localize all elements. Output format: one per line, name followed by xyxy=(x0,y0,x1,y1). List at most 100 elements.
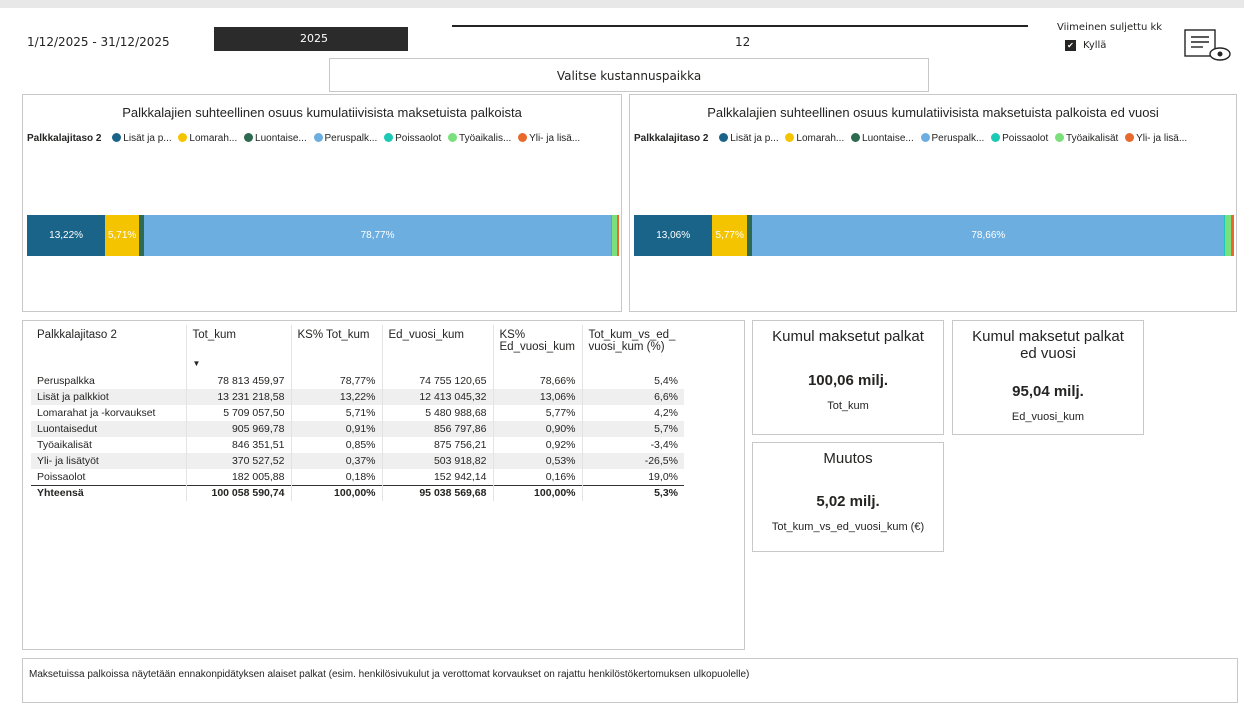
legend-item[interactable]: Peruspalk... xyxy=(310,133,377,144)
card-change: Muutos 5,02 milj. Tot_kum_vs_ed_vuosi_ku… xyxy=(752,442,944,552)
legend-dot-icon xyxy=(313,133,323,142)
table-cell: 0,18% xyxy=(291,469,383,485)
legend-item[interactable]: Työaikalisät xyxy=(1051,133,1118,144)
legend-dot-icon xyxy=(112,133,122,142)
table-cell: 100 058 590,74 xyxy=(186,484,292,501)
month-slider-value: 12 xyxy=(735,35,751,49)
table-cell: 74 755 120,65 xyxy=(382,373,494,389)
column-header[interactable]: KS% Tot_kum xyxy=(291,325,383,373)
bar-segment[interactable]: 78,66% xyxy=(752,215,1225,256)
table-cell: 4,2% xyxy=(654,407,678,419)
table-cell: 905 969,78 xyxy=(186,421,292,437)
stacked-bar: 13,22% 5,71% 78,77% xyxy=(27,215,619,256)
chart-panel-previous: Palkkalajien suhteellinen osuus kumulati… xyxy=(629,94,1237,312)
bar-segment[interactable]: 13,22% xyxy=(27,215,106,256)
table-cell: 0,85% xyxy=(291,437,383,453)
table-cell: 5,3% xyxy=(582,484,684,501)
bar-segment[interactable] xyxy=(616,215,619,256)
table-cell: Luontaisedut xyxy=(31,421,187,437)
cost-center-button[interactable]: Valitse kustannuspaikka xyxy=(329,58,929,92)
data-label: 13,06% xyxy=(656,230,691,241)
chart-title: Palkkalajien suhteellinen osuus kumulati… xyxy=(707,105,1159,120)
legend-item[interactable]: Poissaolot xyxy=(380,133,441,144)
table-row[interactable]: Poissaolot 182 005,88 0,18% 152 942,14 0,16%… xyxy=(31,469,684,485)
table-row[interactable]: Lomarahat ja -korvaukset 5 709 057,50 5,71… xyxy=(31,405,684,421)
legend-item[interactable]: Työaikalis... xyxy=(444,133,511,144)
legend-dot-icon xyxy=(448,133,458,142)
bar-segment[interactable]: 5,77% xyxy=(712,215,747,256)
top-bar xyxy=(0,0,1244,8)
card-value: 95,04 milj. xyxy=(1012,383,1084,400)
legend-dot-icon xyxy=(178,133,188,142)
table-body: Peruspalkka 78 813 459,97 78,77% 74 755 120… xyxy=(31,373,684,501)
legend-item[interactable]: Lisät ja p... xyxy=(715,133,779,144)
year-slicer[interactable]: 2025 xyxy=(214,27,408,51)
table-cell: Lomarahat ja -korvaukset xyxy=(31,405,187,421)
table-cell: 0,90% xyxy=(493,421,583,437)
legend-dot-icon xyxy=(991,133,1001,142)
column-header[interactable]: KS% Ed_vuosi_kum xyxy=(493,325,583,373)
legend-dot-icon xyxy=(244,133,254,142)
table-cell: -3,4% xyxy=(650,439,678,451)
table-cell: 100,00% xyxy=(493,484,583,501)
legend-item[interactable]: Luontaise... xyxy=(240,133,307,144)
closed-month-checkbox-label: Kyllä xyxy=(1083,40,1107,51)
card-subtitle: Tot_kum_vs_ed_vuosi_kum (€) xyxy=(771,521,925,533)
closed-month-label: Viimeinen suljettu kk xyxy=(1057,22,1163,33)
table-row[interactable]: Yli- ja lisätyöt 370 527,52 0,37% 503 918,8… xyxy=(31,453,684,469)
legend-item[interactable]: Yli- ja lisä... xyxy=(514,133,580,144)
table-cell: Peruspalkka xyxy=(31,373,187,389)
table-row[interactable]: Lisät ja palkkiot 13 231 218,58 13,22% 12 4… xyxy=(31,389,684,405)
legend-item[interactable]: Lomarah... xyxy=(174,133,237,144)
month-slider-track[interactable] xyxy=(452,25,1028,27)
date-range: 1/12/2025 - 31/12/2025 xyxy=(27,35,170,49)
table-cell: 5,7% xyxy=(582,421,684,437)
bar-segment[interactable]: 13,06% xyxy=(634,215,713,256)
table-cell: Lisät ja palkkiot xyxy=(31,389,187,405)
card-title: Kumul maksetut palkat ed vuosi xyxy=(972,328,1124,362)
chart-panel-current: Palkkalajien suhteellinen osuus kumulati… xyxy=(22,94,622,312)
card-value: 5,02 milj. xyxy=(816,493,880,510)
legend-dot-icon xyxy=(384,133,394,142)
legend-dot-icon xyxy=(1055,133,1065,142)
legend-item[interactable]: Lisät ja p... xyxy=(108,133,172,144)
column-header[interactable]: Palkkalajitaso 2 xyxy=(31,325,187,373)
closed-month-checkbox[interactable]: ✔ xyxy=(1065,40,1076,51)
sort-desc-icon: ▼ xyxy=(192,359,201,368)
bar-segment[interactable]: 5,71% xyxy=(105,215,140,256)
table-cell: Yhteensä xyxy=(31,484,187,501)
stacked-bar: 13,06% 5,77% 78,66% xyxy=(634,215,1234,256)
table-row[interactable]: Peruspalkka 78 813 459,97 78,77% 74 755 120… xyxy=(31,373,684,389)
chart-legend: Palkkalajitaso 2 Lisät ja p... Lomarah..… xyxy=(27,133,617,144)
column-header[interactable]: Tot_kum ▼ xyxy=(186,325,292,373)
table-total-row[interactable]: Yhteensä 100 058 590,74 100,00% 95 038 569,… xyxy=(31,484,684,501)
document-view-icon[interactable] xyxy=(1183,28,1233,64)
card-cum-paid: Kumul maksetut palkat 100,06 milj. Tot_k… xyxy=(752,320,944,435)
table-cell: 0,37% xyxy=(291,453,383,469)
legend-item[interactable]: Peruspalk... xyxy=(917,133,984,144)
legend-item[interactable]: Lomarah... xyxy=(781,133,844,144)
table-row[interactable]: Luontaisedut 905 969,78 0,91% 856 797,86 0,9… xyxy=(31,421,684,437)
legend-item[interactable]: Luontaise... xyxy=(847,133,914,144)
table-cell: 13,22% xyxy=(291,389,383,405)
legend-item[interactable]: Poissaolot xyxy=(987,133,1048,144)
legend-dot-icon xyxy=(719,133,729,142)
bar-segment[interactable] xyxy=(1230,215,1234,256)
table-cell: 5,77% xyxy=(493,405,583,421)
table-cell: 19,0% xyxy=(648,470,678,483)
salary-table: Palkkalajitaso 2 Tot_kum ▼ KS% Tot_kum Ed… xyxy=(31,325,684,501)
data-label: 5,77% xyxy=(715,230,744,241)
table-cell: 0,53% xyxy=(493,453,583,469)
column-header[interactable]: Tot_kum_vs_ed_ vuosi_kum (%) xyxy=(582,325,684,373)
table-row[interactable]: Työaikalisät 846 351,51 0,85% 875 756,21 0,9… xyxy=(31,437,684,453)
legend-title: Palkkalajitaso 2 xyxy=(634,133,709,144)
legend-dot-icon xyxy=(785,133,795,142)
table-cell: 503 918,82 xyxy=(382,453,494,469)
table-cell: 12 413 045,32 xyxy=(382,389,494,405)
bar-segment[interactable]: 78,77% xyxy=(144,215,611,256)
table-cell: 6,6% xyxy=(582,389,684,405)
legend-title: Palkkalajitaso 2 xyxy=(27,133,102,144)
column-header[interactable]: Ed_vuosi_kum xyxy=(382,325,494,373)
legend-item[interactable]: Yli- ja lisä... xyxy=(1121,133,1187,144)
salary-table-panel: Palkkalajitaso 2 Tot_kum ▼ KS% Tot_kum Ed… xyxy=(22,320,745,650)
